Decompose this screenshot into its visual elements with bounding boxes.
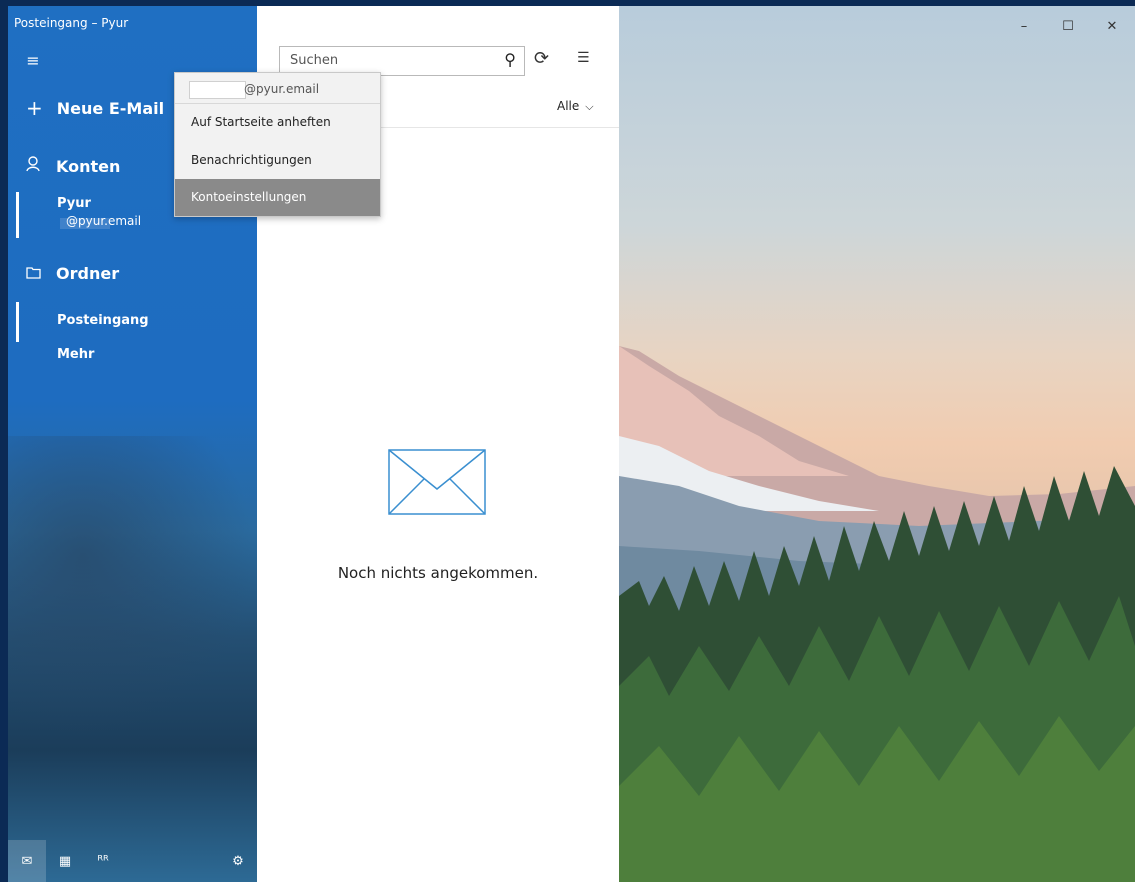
selection-indicator [16,302,19,342]
mail-window: Posteingang – Pyur ≡ + Neue E-Mail Konte… [8,6,1135,882]
accounts-header[interactable]: Konten [26,156,120,176]
folders-header[interactable]: Ordner [26,264,119,283]
person-icon [26,156,42,176]
folder-icon [26,265,42,283]
chevron-down-icon: ⌵ [585,100,594,113]
redacted-email-mask [189,81,246,99]
settings-icon[interactable]: ⚙ [219,840,257,882]
window-controls: – ☐ ✕ [1002,12,1134,40]
account-email: @pyur.email [66,214,142,228]
window-title: Posteingang – Pyur [14,16,129,30]
new-mail-label: Neue E-Mail [56,98,165,118]
close-button[interactable]: ✕ [1090,12,1134,40]
search-icon[interactable]: ⚲ [504,50,516,69]
nav-background-art [8,436,257,736]
mail-icon[interactable]: ✉ [8,840,46,882]
account-context-menu: @pyur.email Auf Startseite anheften Bena… [174,72,381,217]
sync-icon[interactable]: ⟳ [534,48,549,69]
more-folders-link[interactable]: Mehr [57,347,94,362]
bottom-app-bar: ✉ ▦ ᴿᴿ ⚙ [8,840,257,882]
new-mail-button[interactable]: + Neue E-Mail [26,96,164,120]
maximize-button[interactable]: ☐ [1046,12,1090,40]
accounts-heading: Konten [56,156,121,176]
filter-label: Alle [557,99,580,113]
plus-icon: + [26,96,43,120]
context-menu-email: @pyur.email [244,82,320,96]
people-icon[interactable]: ᴿᴿ [84,840,122,882]
folders-heading: Ordner [56,264,120,283]
context-menu-header: @pyur.email [175,73,380,104]
search-input[interactable] [288,52,492,69]
account-name: Pyur [57,196,91,211]
selection-mode-icon[interactable]: ☰ [577,50,590,66]
selection-indicator [16,192,19,238]
hamburger-menu-icon[interactable]: ≡ [22,50,44,72]
pin-to-start-menu-item[interactable]: Auf Startseite anheften [175,105,380,139]
landscape-illustration [619,346,1135,882]
filter-dropdown[interactable]: Alle ⌵ [557,99,594,114]
disable-notifications-menu-item[interactable]: Benachrichtigungen deaktivieren [175,143,380,201]
reading-pane-background: – ☐ ✕ [619,6,1135,882]
minimize-button[interactable]: – [1002,12,1046,40]
folder-item-inbox[interactable]: Posteingang [16,302,257,342]
account-settings-menu-item[interactable]: Kontoeinstellungen [175,179,380,216]
envelope-icon [388,449,486,519]
empty-state-text: Noch nichts angekommen. [337,564,539,582]
folder-label: Posteingang [57,313,149,328]
calendar-icon[interactable]: ▦ [46,840,84,882]
